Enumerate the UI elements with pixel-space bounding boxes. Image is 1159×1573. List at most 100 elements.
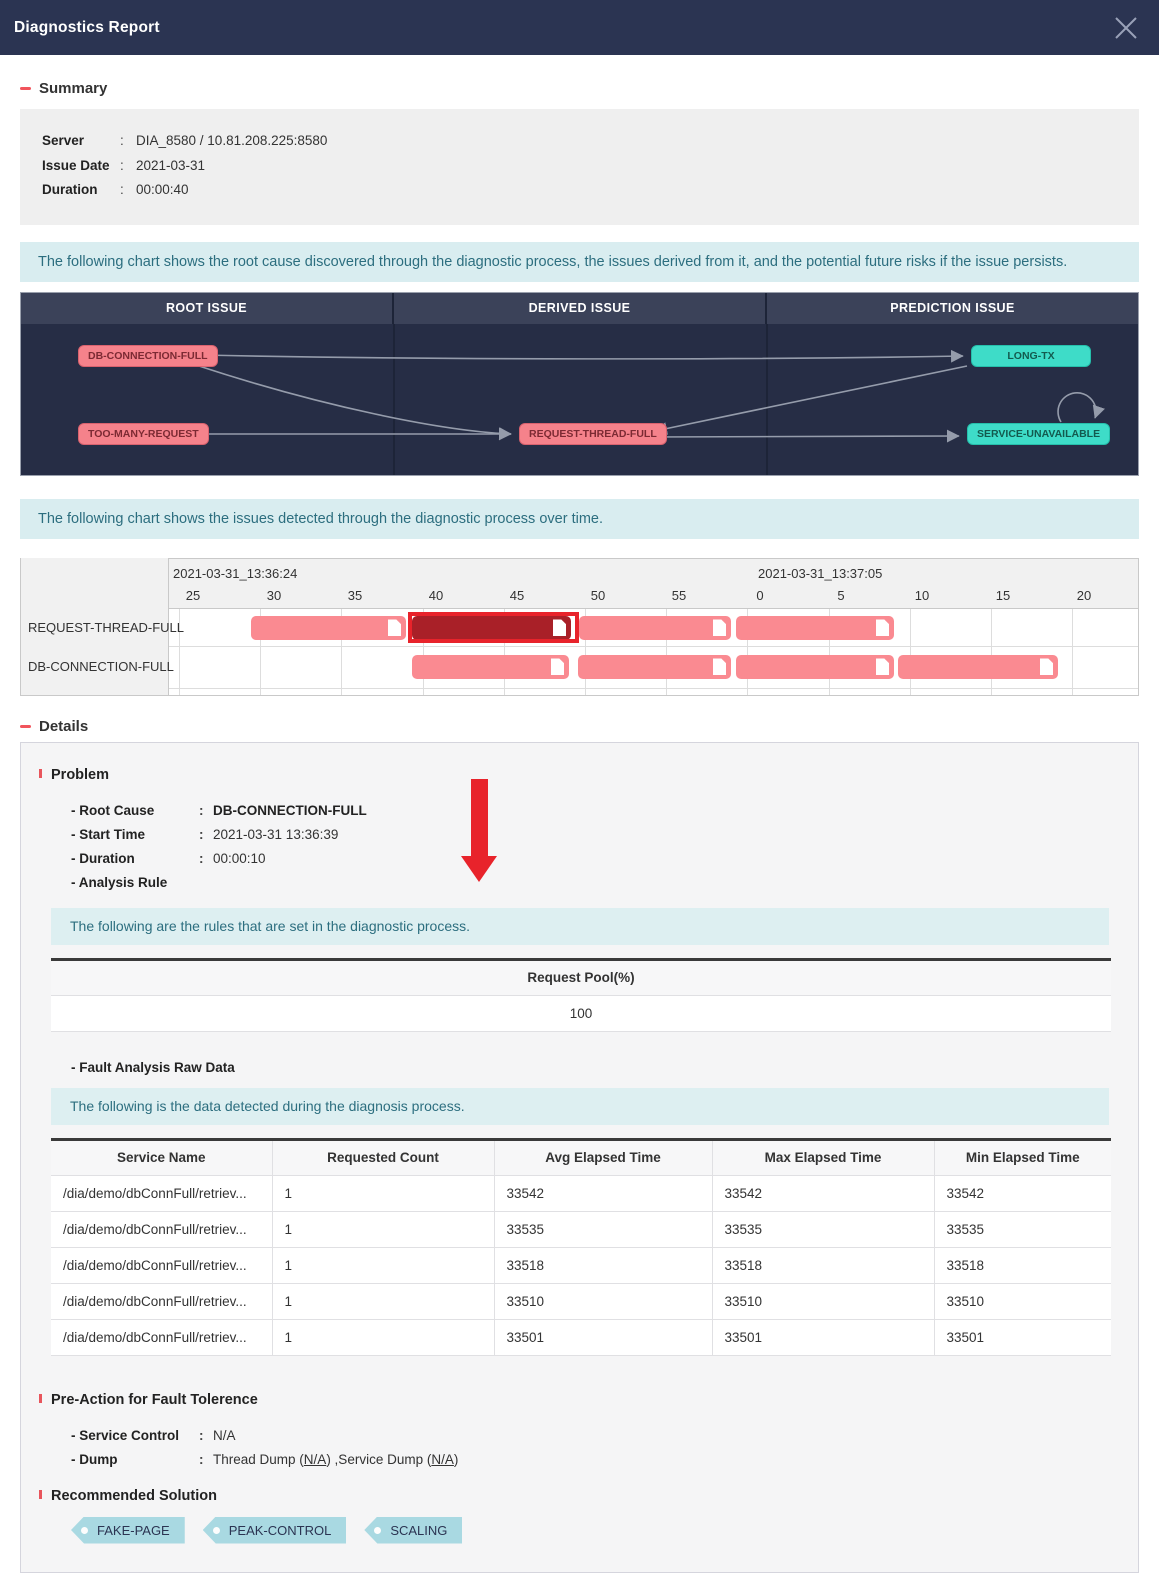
- service-dump-link[interactable]: N/A: [431, 1452, 454, 1467]
- root-cause-banner: The following chart shows the root cause…: [20, 242, 1139, 282]
- close-icon: [1113, 15, 1139, 41]
- node-request-thread-full[interactable]: REQUEST-THREAD-FULL: [519, 423, 667, 445]
- document-icon: [876, 619, 889, 636]
- field-service-control: - Service Control : N/A: [71, 1424, 1138, 1448]
- red-bullet-icon: [39, 1490, 42, 1499]
- issue-timeline-chart: 2021-03-31_13:36:24 2021-03-31_13:37:05 …: [20, 558, 1139, 696]
- tag-fake-page[interactable]: FAKE-PAGE: [71, 1517, 185, 1544]
- rules-banner: The following are the rules that are set…: [51, 908, 1109, 945]
- tick-label: 35: [348, 588, 362, 603]
- table-row: /dia/demo/dbConnFull/retriev... 1 33518 …: [51, 1247, 1111, 1283]
- tick-label: 30: [267, 588, 281, 603]
- row-label-request-thread-full: REQUEST-THREAD-FULL: [28, 620, 184, 635]
- red-bullet-icon: [39, 769, 42, 778]
- raw-data-banner: The following is the data detected durin…: [51, 1088, 1109, 1125]
- timeline-bar[interactable]: [736, 616, 894, 640]
- rule-table-value: 100: [51, 995, 1111, 1031]
- timeline-bar[interactable]: [251, 616, 406, 640]
- dialog-header: Diagnostics Report: [0, 0, 1159, 55]
- tick-label: 5: [837, 588, 844, 603]
- timeline-bar[interactable]: [736, 655, 894, 679]
- node-long-tx[interactable]: LONG-TX: [971, 345, 1091, 367]
- problem-heading: Problem: [39, 767, 1138, 783]
- field-duration: - Duration : 00:00:10: [71, 847, 1138, 871]
- solution-tags: FAKE-PAGE PEAK-CONTROL SCALING: [71, 1517, 1138, 1544]
- document-icon: [713, 619, 726, 636]
- tick-label: 45: [510, 588, 524, 603]
- table-row: /dia/demo/dbConnFull/retriev... 1 33542 …: [51, 1175, 1111, 1211]
- node-db-connection-full[interactable]: DB-CONNECTION-FULL: [78, 345, 218, 367]
- tick-label: 40: [429, 588, 443, 603]
- timeline-row: [21, 616, 1138, 640]
- section-dash-icon: [20, 725, 31, 728]
- table-header-row: Service Name Requested Count Avg Elapsed…: [51, 1139, 1111, 1175]
- tick-label: 10: [915, 588, 929, 603]
- dialog-title: Diagnostics Report: [14, 19, 160, 37]
- row-divider: [21, 646, 1138, 647]
- table-row: /dia/demo/dbConnFull/retriev... 1 33510 …: [51, 1283, 1111, 1319]
- timeline-row: [21, 655, 1138, 679]
- section-dash-icon: [20, 87, 31, 90]
- table-row: /dia/demo/dbConnFull/retriev... 1 33535 …: [51, 1211, 1111, 1247]
- tick-label: 25: [186, 588, 200, 603]
- field-start-time: - Start Time : 2021-03-31 13:36:39: [71, 823, 1138, 847]
- field-root-cause: - Root Cause : DB-CONNECTION-FULL: [71, 799, 1138, 823]
- summary-row-issue-date: Issue Date : 2021-03-31: [42, 154, 1117, 179]
- row-divider: [21, 688, 1138, 689]
- details-section-title: Details: [20, 718, 1139, 735]
- red-bullet-icon: [39, 1394, 42, 1403]
- fault-analysis-table: Service Name Requested Count Avg Elapsed…: [51, 1138, 1111, 1356]
- flow-chart-header: ROOT ISSUE DERIVED ISSUE PREDICTION ISSU…: [21, 293, 1138, 324]
- thread-dump-link[interactable]: N/A: [304, 1452, 327, 1467]
- preaction-heading: Pre-Action for Fault Tolerence: [39, 1392, 1138, 1408]
- tick-label: 50: [591, 588, 605, 603]
- timeline-header: 2021-03-31_13:36:24 2021-03-31_13:37:05 …: [21, 559, 1138, 609]
- tick-label: 20: [1077, 588, 1091, 603]
- document-icon: [1040, 658, 1053, 675]
- field-dump: - Dump : Thread Dump (N/A) ,Service Dump…: [71, 1448, 1138, 1472]
- node-service-unavailable[interactable]: SERVICE-UNAVAILABLE: [967, 423, 1110, 445]
- solution-heading: Recommended Solution: [39, 1488, 1138, 1504]
- summary-section-title: Summary: [20, 80, 1139, 97]
- tag-scaling[interactable]: SCALING: [364, 1517, 462, 1544]
- preaction-fields: - Service Control : N/A - Dump : Thread …: [71, 1424, 1138, 1472]
- tag-peak-control[interactable]: PEAK-CONTROL: [203, 1517, 347, 1544]
- node-too-many-request[interactable]: TOO-MANY-REQUEST: [78, 423, 209, 445]
- close-button[interactable]: [1111, 13, 1141, 43]
- timeline-bar[interactable]: [578, 655, 731, 679]
- field-analysis-rule: - Analysis Rule: [71, 871, 1138, 895]
- issue-date-value: 2021-03-31: [136, 154, 205, 179]
- timeline-bar-selected[interactable]: [412, 616, 571, 640]
- document-icon: [553, 619, 566, 636]
- column-prediction-issue: PREDICTION ISSUE: [765, 293, 1138, 324]
- timeline-bar[interactable]: [412, 655, 569, 679]
- flow-chart-body: DB-CONNECTION-FULL TOO-MANY-REQUEST REQU…: [21, 324, 1138, 475]
- timeline-banner: The following chart shows the issues det…: [20, 499, 1139, 539]
- document-icon: [876, 658, 889, 675]
- timeline-start-timestamp: 2021-03-31_13:36:24: [173, 566, 297, 581]
- timeline-bar[interactable]: [898, 655, 1058, 679]
- timeline-bar[interactable]: [579, 616, 731, 640]
- analysis-rule-table: Request Pool(%) 100: [51, 958, 1111, 1032]
- timeline-end-timestamp: 2021-03-31_13:37:05: [758, 566, 882, 581]
- details-box: Problem - Root Cause : DB-CONNECTION-FUL…: [20, 742, 1139, 1573]
- tick-label: 15: [996, 588, 1010, 603]
- document-icon: [551, 658, 564, 675]
- timeline-plot: REQUEST-THREAD-FULL DB-CONNECTION-FULL: [21, 609, 1138, 695]
- problem-fields: - Root Cause : DB-CONNECTION-FULL - Star…: [71, 799, 1138, 895]
- diagnostics-report-dialog: { "header": { "title": "Diagnostics Repo…: [0, 0, 1159, 1535]
- column-root-issue: ROOT ISSUE: [21, 293, 392, 324]
- document-icon: [713, 658, 726, 675]
- duration-value: 00:00:40: [136, 178, 189, 203]
- tick-label: 55: [672, 588, 686, 603]
- document-icon: [388, 619, 401, 636]
- rule-table-header: Request Pool(%): [51, 959, 1111, 995]
- tick-label: 0: [756, 588, 763, 603]
- fault-analysis-raw-data-title: - Fault Analysis Raw Data: [71, 1060, 1138, 1075]
- table-row: /dia/demo/dbConnFull/retriev... 1 33501 …: [51, 1319, 1111, 1355]
- server-value: DIA_8580 / 10.81.208.225:8580: [136, 129, 327, 154]
- summary-row-duration: Duration : 00:00:40: [42, 178, 1117, 203]
- summary-box: Server : DIA_8580 / 10.81.208.225:8580 I…: [20, 109, 1139, 225]
- issue-flow-chart: ROOT ISSUE DERIVED ISSUE PREDICTION ISSU…: [20, 292, 1139, 476]
- summary-row-server: Server : DIA_8580 / 10.81.208.225:8580: [42, 129, 1117, 154]
